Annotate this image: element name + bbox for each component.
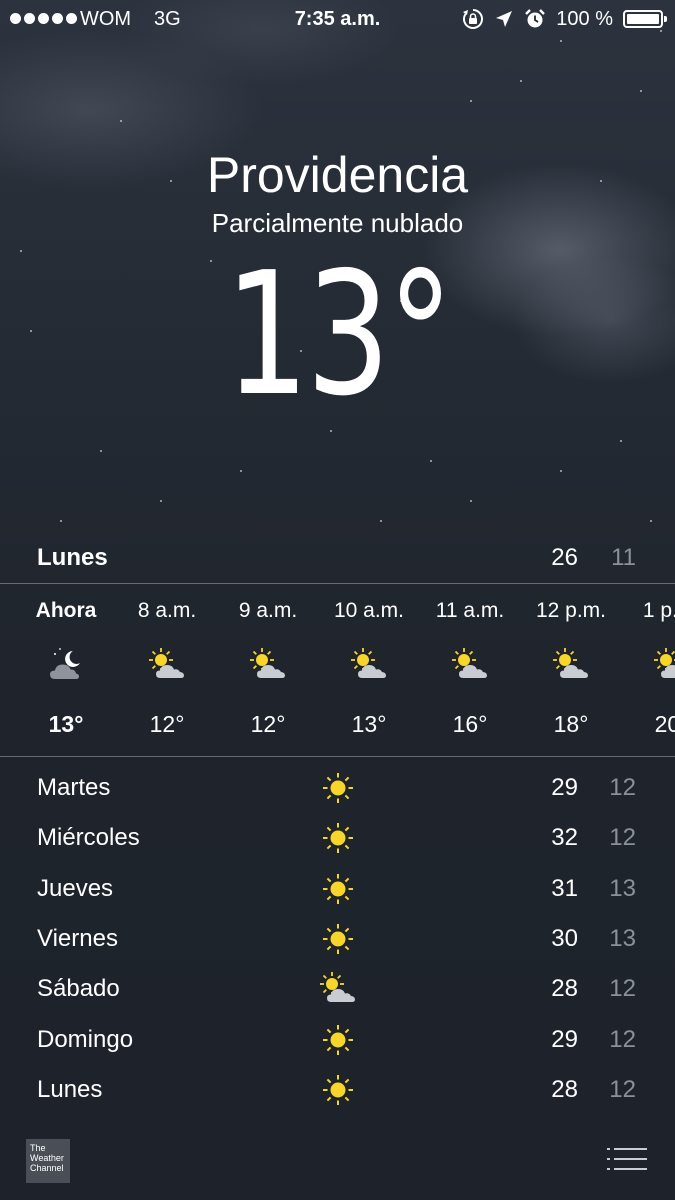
- hourly-temp: 12°: [250, 711, 286, 737]
- sun-cloud-icon: [318, 969, 358, 1009]
- hourly-time: 1 p.m.: [642, 599, 675, 622]
- alarm-clock-icon: [525, 9, 546, 28]
- hourly-time: 9 a.m.: [238, 599, 298, 622]
- daily-row: Domingo 29 12: [0, 1016, 675, 1066]
- sun-icon: [318, 1020, 358, 1060]
- daily-high-temp: 28: [551, 975, 578, 1003]
- hourly-time: 12 p.m.: [535, 599, 607, 622]
- daily-day-name: Miércoles: [37, 824, 140, 852]
- hourly-temp: 12°: [149, 711, 185, 737]
- daily-high-temp: 29: [551, 1025, 578, 1053]
- star-dot: [380, 520, 382, 522]
- footer-toolbar: The Weather Channel: [0, 1121, 675, 1200]
- sun-icon: [318, 1070, 358, 1110]
- city-name: Providencia: [206, 147, 469, 203]
- star-dot: [560, 40, 562, 42]
- hourly-temp: 13°: [48, 711, 84, 737]
- star-dot: [470, 100, 472, 102]
- hourly-temp: 18°: [553, 711, 589, 737]
- divider-top: [0, 583, 675, 584]
- daily-day-name: Domingo: [37, 1025, 134, 1053]
- daily-low-temp: 12: [609, 1075, 636, 1103]
- daily-high-temp: 29: [551, 774, 578, 801]
- star-dot: [430, 460, 432, 462]
- daily-low-temp: 12: [609, 1025, 636, 1053]
- current-temperature: 13°: [224, 236, 454, 434]
- today-low-temp: 11: [611, 544, 636, 571]
- sun-cloud-icon: [652, 645, 675, 685]
- daily-day-name: Viernes: [37, 924, 118, 952]
- today-day-name: Lunes: [37, 544, 108, 571]
- sun-cloud-icon: [551, 645, 591, 685]
- daily-high-temp: 30: [551, 924, 578, 952]
- daily-day-name: Sábado: [37, 975, 120, 1003]
- hourly-time: 10 a.m.: [333, 599, 405, 622]
- hourly-temp: 20°: [654, 711, 675, 737]
- orientation-lock-icon: [463, 9, 484, 29]
- sun-cloud-icon: [147, 645, 187, 685]
- star-dot: [60, 520, 62, 522]
- daily-row: Sábado 28 12: [0, 965, 675, 1015]
- today-high-temp: 26: [551, 544, 578, 571]
- weather-condition: Parcialmente nublado: [211, 208, 464, 238]
- daily-low-temp: 12: [609, 824, 636, 852]
- sun-icon: [318, 869, 358, 909]
- cloud-moon-icon: [46, 645, 86, 685]
- hourly-forecast-scroller[interactable]: Ahora 13° 8 a.m. 12° 9 a.m. 12° 10 a.m. 13°…: [0, 585, 675, 755]
- star-dot: [650, 520, 652, 522]
- today-summary-row: Lunes 26 11: [0, 540, 675, 580]
- star-dot: [560, 470, 562, 472]
- star-dot: [240, 470, 242, 472]
- hourly-time: 11 a.m.: [435, 599, 505, 622]
- daily-row: Viernes 30 13: [0, 915, 675, 965]
- hourly-time: 8 a.m.: [137, 599, 197, 622]
- sun-icon: [318, 818, 358, 858]
- status-bar: WOM 3G 7:35 a.m. 100 %: [0, 0, 675, 40]
- daily-day-name: Jueves: [37, 874, 114, 902]
- daily-high-temp: 32: [551, 824, 578, 852]
- daily-low-temp: 13: [609, 924, 636, 952]
- hourly-temp: 16°: [452, 711, 488, 737]
- daily-row: Lunes 28 12: [0, 1066, 675, 1116]
- star-dot: [160, 500, 162, 502]
- daily-high-temp: 31: [551, 874, 578, 902]
- location-arrow-icon: [496, 11, 513, 27]
- battery-percentage: 100 %: [556, 7, 613, 30]
- star-dot: [640, 90, 642, 92]
- hourly-temp: 13°: [351, 711, 387, 737]
- daily-low-temp: 12: [609, 975, 636, 1003]
- sun-cloud-icon: [450, 645, 490, 685]
- daily-low-temp: 12: [609, 774, 636, 801]
- list-icon[interactable]: [607, 1147, 647, 1171]
- star-dot: [100, 450, 102, 452]
- divider-bottom: [0, 756, 675, 757]
- sun-cloud-icon: [349, 645, 389, 685]
- sun-cloud-icon: [248, 645, 288, 685]
- daily-low-temp: 13: [609, 874, 636, 902]
- daily-high-temp: 28: [551, 1075, 578, 1103]
- daily-row: Miércoles 32 12: [0, 814, 675, 864]
- daily-row: Jueves 31 13: [0, 865, 675, 915]
- weather-channel-logo[interactable]: The Weather Channel: [26, 1139, 70, 1183]
- star-dot: [120, 120, 122, 122]
- sun-icon: [318, 768, 358, 808]
- sun-icon: [318, 919, 358, 959]
- daily-day-name: Lunes: [37, 1075, 103, 1103]
- daily-day-name: Martes: [37, 774, 111, 801]
- star-dot: [520, 80, 522, 82]
- star-dot: [470, 500, 472, 502]
- daily-row: Martes 29 12: [0, 764, 675, 814]
- star-dot: [620, 440, 622, 442]
- hourly-time: Ahora: [35, 599, 97, 622]
- battery-icon: [623, 10, 667, 28]
